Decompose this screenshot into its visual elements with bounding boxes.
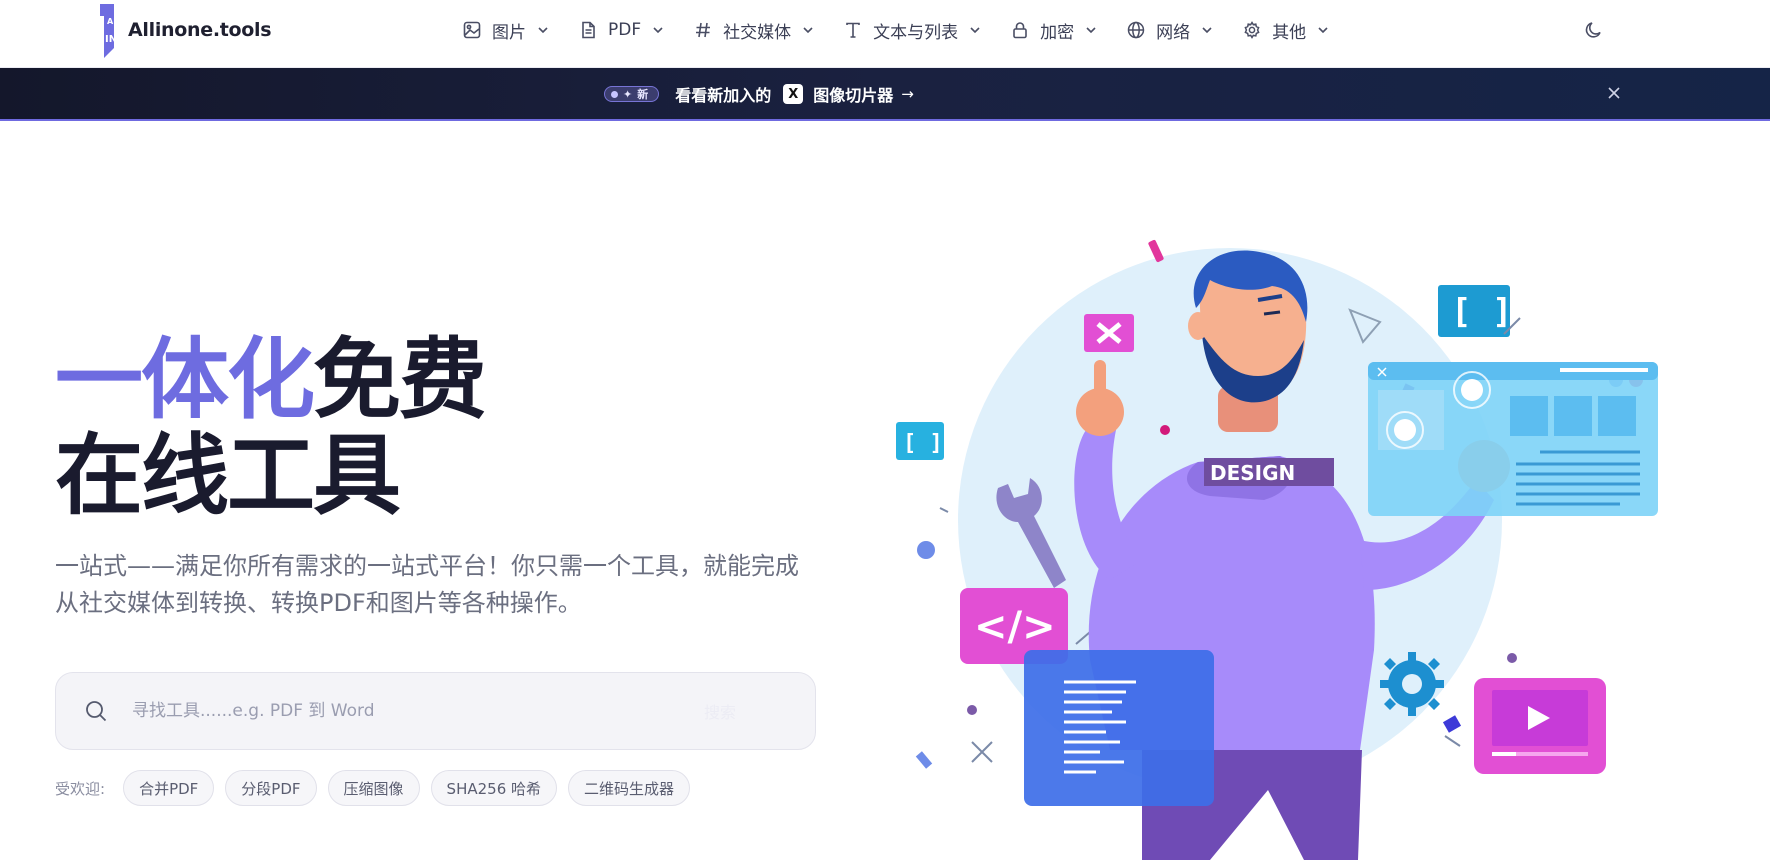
nav-label: 社交媒体 xyxy=(723,22,792,43)
browser-card xyxy=(1510,396,1548,436)
search-bar: 搜索 xyxy=(55,672,816,750)
nav-images[interactable]: 图片 xyxy=(462,12,564,48)
hero-title-accent: 一体化 xyxy=(55,328,315,431)
globe-icon xyxy=(1126,20,1146,40)
nav-label: 网络 xyxy=(1156,22,1191,43)
person-ear xyxy=(1188,312,1208,340)
deco-dot xyxy=(1160,425,1170,435)
bracket-tile-glyph: [ ] xyxy=(1451,292,1512,332)
document-panel xyxy=(1024,650,1214,806)
person-finger xyxy=(1094,360,1106,404)
popular-chip[interactable]: 二维码生成器 xyxy=(568,770,691,806)
svg-text:IN: IN xyxy=(105,34,117,45)
nav-other[interactable]: 其他 xyxy=(1242,12,1344,48)
image-icon xyxy=(462,20,482,40)
banner-text: 看看新加入的 xyxy=(675,86,772,105)
new-badge-label: 新 xyxy=(637,88,649,101)
lock-icon xyxy=(1010,20,1030,40)
chevron-down-icon xyxy=(1084,23,1098,37)
main-nav: 图片 PDF 社交媒体 文本与列表 加密 网络 其他 xyxy=(462,12,1358,48)
gear-icon xyxy=(1380,652,1444,716)
deco-dash xyxy=(1442,715,1462,733)
chevron-down-icon xyxy=(536,23,550,37)
chevron-down-icon xyxy=(801,23,815,37)
x-logo-icon: X xyxy=(783,84,804,104)
code-tile-glyph: </> xyxy=(974,604,1056,650)
chevron-down-icon xyxy=(1200,23,1214,37)
popular-label: 受欢迎: xyxy=(55,779,106,798)
popular-chip[interactable]: SHA256 哈希 xyxy=(430,770,558,806)
arrow-right-icon: → xyxy=(901,85,914,103)
hero-subtitle: 一站式——满足你所有需求的一站式平台！你只需一个工具，就能完成从社交媒体到转换、… xyxy=(55,552,799,617)
search-icon xyxy=(82,697,110,725)
search-button[interactable]: 搜索 xyxy=(704,699,736,723)
gear-icon xyxy=(1242,20,1262,40)
browser-card xyxy=(1598,396,1636,436)
nav-encryption[interactable]: 加密 xyxy=(1010,12,1112,48)
video-progress xyxy=(1492,752,1516,756)
text-icon xyxy=(843,20,863,40)
popular-chip[interactable]: 分段PDF xyxy=(225,770,317,806)
chevron-down-icon xyxy=(1316,23,1330,37)
hash-icon xyxy=(693,20,713,40)
brand-name: Allinone.tools xyxy=(128,19,272,41)
deco-dot xyxy=(917,541,935,559)
nav-pdf[interactable]: PDF xyxy=(578,12,679,48)
hero-title: 一体化免费 在线工具 xyxy=(55,332,487,527)
deco-dot xyxy=(1507,653,1517,663)
moon-icon xyxy=(1585,22,1601,38)
bracket-tile-small-glyph: [ ] xyxy=(903,431,943,456)
popular-tools: 受欢迎: 合并PDF 分段PDF 压缩图像 SHA256 哈希 二维码生成器 xyxy=(55,770,701,806)
hero-title-line-1: 一体化免费 xyxy=(55,332,487,428)
brand-logo[interactable]: ALL IN Allinone.tools xyxy=(94,0,272,60)
logo-mark-icon: ALL IN xyxy=(100,4,122,58)
search-input[interactable] xyxy=(132,691,692,731)
deco-dot xyxy=(967,705,977,715)
deco-cross xyxy=(971,741,993,763)
new-badge: ✦ 新 xyxy=(604,86,660,102)
hero-illustration: [ ] [ ] </> DESIGN xyxy=(896,239,1658,860)
theme-toggle-button[interactable] xyxy=(1580,16,1608,44)
nav-label: 加密 xyxy=(1040,22,1075,43)
nav-social-media[interactable]: 社交媒体 xyxy=(693,12,829,48)
touch-dot xyxy=(1461,379,1483,401)
hero-title-line-2: 在线工具 xyxy=(55,424,401,527)
browser-urlbar xyxy=(1560,368,1648,372)
nav-label: 图片 xyxy=(492,22,526,43)
announcement-banner: ✦ 新 看看新加入的 X 图像切片器 → xyxy=(0,68,1770,121)
popular-chip[interactable]: 压缩图像 xyxy=(327,770,420,806)
sparkle-icon: ✦ xyxy=(623,87,633,101)
person-eye xyxy=(1263,310,1281,316)
banner-content: ✦ 新 看看新加入的 X 图像切片器 → xyxy=(604,81,914,107)
touch-dot xyxy=(1394,419,1416,441)
document-icon xyxy=(578,20,598,40)
toggle-dot-icon xyxy=(611,90,618,98)
nav-label: 其他 xyxy=(1272,22,1307,43)
banner-link[interactable]: 图像切片器 xyxy=(813,82,893,106)
popular-chip[interactable]: 合并PDF xyxy=(123,770,215,806)
nav-label: 文本与列表 xyxy=(873,22,959,43)
deco-dash xyxy=(915,751,933,769)
nav-label: PDF xyxy=(608,20,642,40)
chevron-down-icon xyxy=(968,23,982,37)
browser-card xyxy=(1554,396,1592,436)
close-icon xyxy=(1608,87,1620,99)
shirt-text: DESIGN xyxy=(1210,461,1295,485)
svg-text:ALL: ALL xyxy=(107,17,122,26)
banner-close-button[interactable] xyxy=(1604,83,1624,103)
deco-dash xyxy=(1148,239,1164,263)
nav-network[interactable]: 网络 xyxy=(1126,12,1228,48)
chevron-down-icon xyxy=(651,23,665,37)
nav-text-lists[interactable]: 文本与列表 xyxy=(843,12,996,48)
browser-image xyxy=(1378,390,1444,450)
hero-title-rest: 免费 xyxy=(313,328,487,431)
top-navbar: ALL IN Allinone.tools 图片 PDF 社交媒体 文本与列表 … xyxy=(0,0,1770,68)
